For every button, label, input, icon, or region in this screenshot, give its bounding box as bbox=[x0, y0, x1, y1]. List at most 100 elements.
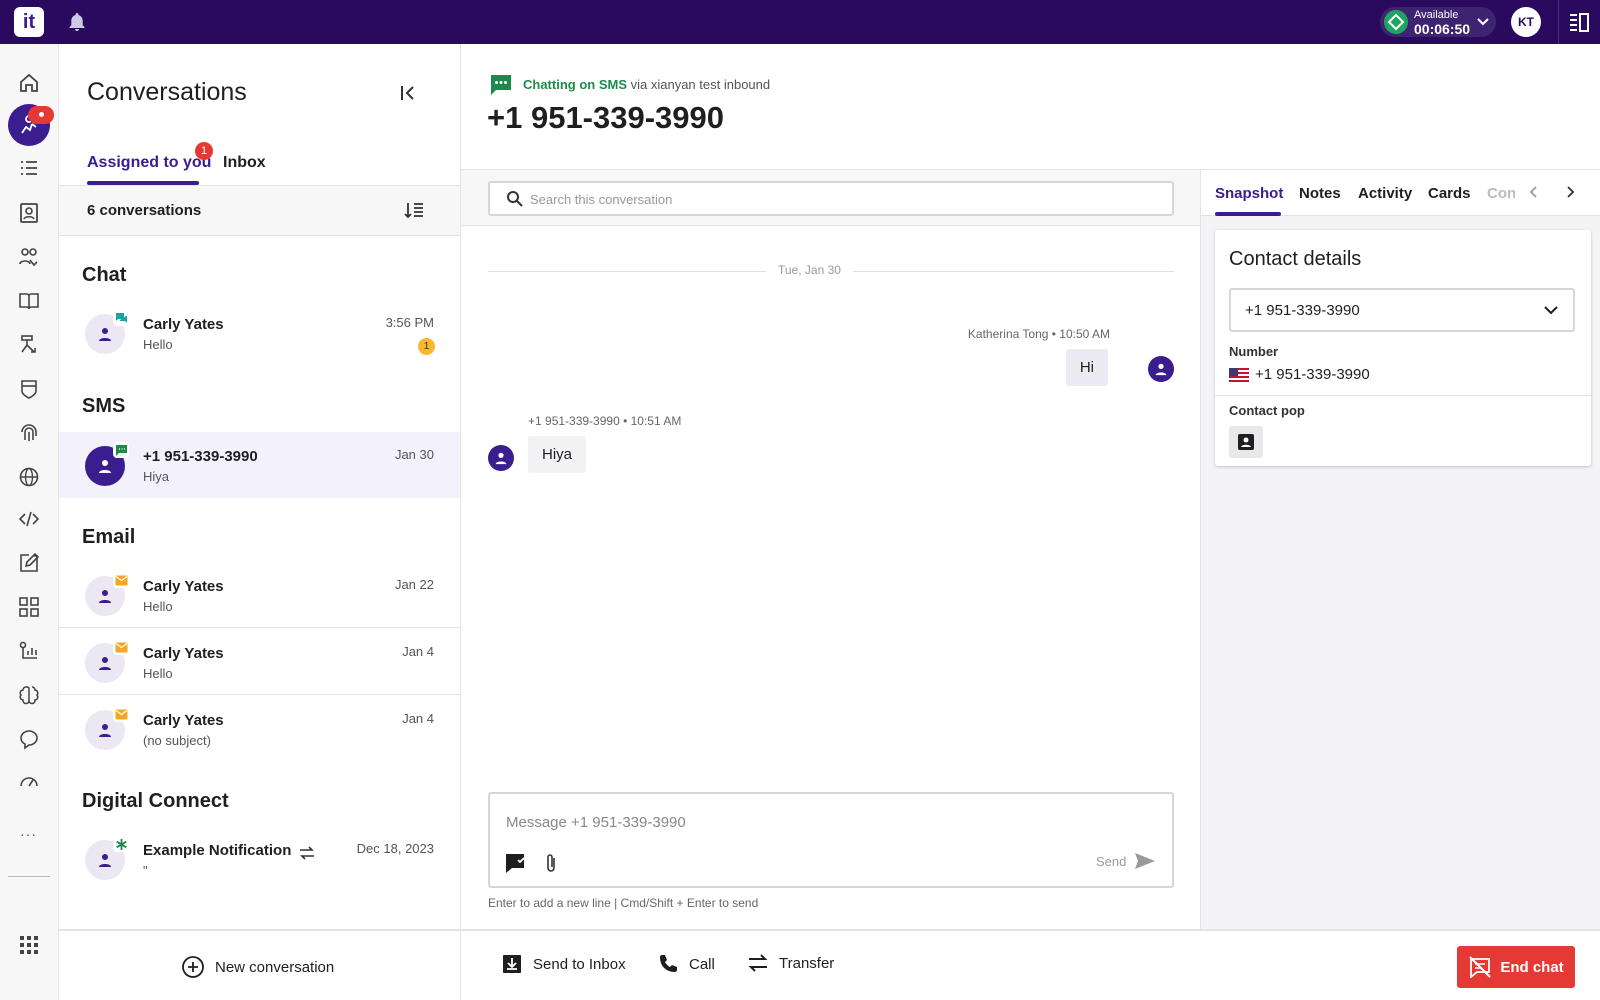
dashboard-icon[interactable] bbox=[14, 592, 44, 622]
conversation-contact-number: +1 951-339-3990 bbox=[487, 100, 725, 135]
contact-avatar bbox=[488, 445, 514, 471]
end-chat-label: End chat bbox=[1500, 958, 1564, 976]
tab-snapshot[interactable]: Snapshot bbox=[1215, 185, 1283, 202]
conversation-item[interactable]: Carly Yates Hello Jan 4 bbox=[59, 629, 460, 695]
message-bubble-outbound: Hi bbox=[1065, 349, 1108, 386]
message-preview: Hello bbox=[143, 666, 173, 681]
conversation-action-bar: Send to Inbox Call Transfer End chat bbox=[461, 929, 1600, 1000]
search-box bbox=[488, 181, 1174, 216]
chat-bubble-icon[interactable] bbox=[14, 724, 44, 754]
tab-inbox[interactable]: Inbox bbox=[223, 154, 266, 172]
conversation-item[interactable]: Carly Yates (no subject) Jan 4 bbox=[59, 696, 460, 762]
chevron-left-icon[interactable] bbox=[1527, 184, 1541, 200]
contact-name: Carly Yates bbox=[143, 645, 224, 662]
conversation-time: 3:56 PM bbox=[385, 315, 434, 330]
send-icon bbox=[1134, 852, 1156, 870]
contacts-icon[interactable] bbox=[14, 198, 44, 228]
side-panel-tabs: Snapshot Notes Activity Cards Con bbox=[1201, 170, 1600, 216]
speedometer-icon[interactable] bbox=[14, 766, 44, 796]
message-input[interactable] bbox=[506, 810, 1146, 834]
contact-pop-button[interactable] bbox=[1229, 426, 1263, 458]
bell-icon[interactable] bbox=[68, 12, 86, 32]
search-conversation-input[interactable] bbox=[530, 188, 1150, 210]
us-flag-icon bbox=[1229, 367, 1249, 382]
routing-icon[interactable] bbox=[14, 330, 44, 360]
conversation-item-selected[interactable]: +1 951-339-3990 Hiya Jan 30 bbox=[59, 432, 460, 498]
tab-notes[interactable]: Notes bbox=[1299, 185, 1341, 202]
knowledge-book-icon[interactable] bbox=[14, 286, 44, 316]
number-label: Number bbox=[1229, 344, 1279, 359]
new-conversation-bar: New conversation bbox=[59, 929, 461, 1000]
conversation-item[interactable]: Carly Yates Hello Jan 22 bbox=[59, 562, 460, 628]
chevron-down-icon bbox=[1476, 15, 1490, 29]
tab-assigned-to-you[interactable]: Assigned to you bbox=[87, 154, 211, 172]
contact-name: Carly Yates bbox=[143, 712, 224, 729]
fingerprint-icon[interactable] bbox=[14, 418, 44, 448]
card-title: Contact details bbox=[1229, 248, 1362, 270]
collapse-panel-icon[interactable] bbox=[399, 84, 417, 102]
message-preview: Hiya bbox=[143, 469, 170, 484]
transfer-button[interactable]: Transfer bbox=[747, 953, 834, 973]
ai-brain-icon[interactable] bbox=[14, 680, 44, 710]
phone-icon bbox=[657, 953, 679, 975]
message-meta: +1 951-339-3990 • 10:51 AM bbox=[528, 414, 682, 428]
left-nav: ··· bbox=[0, 44, 59, 1000]
available-status-icon bbox=[1384, 10, 1408, 34]
side-panel-toggle-icon[interactable] bbox=[1569, 12, 1589, 32]
active-tab-indicator bbox=[1215, 212, 1281, 216]
edit-icon[interactable] bbox=[14, 548, 44, 578]
conversation-item[interactable]: Example Notification " Dec 18, 2023 bbox=[59, 826, 460, 892]
end-chat-button[interactable]: End chat bbox=[1457, 946, 1575, 988]
send-label: Send bbox=[1096, 853, 1127, 869]
globe-icon[interactable] bbox=[14, 462, 44, 492]
conversation-item[interactable]: Carly Yates Hello 3:56 PM 1 bbox=[59, 300, 460, 366]
chat-icon bbox=[113, 310, 129, 326]
app-logo[interactable]: it bbox=[14, 7, 44, 37]
message-preview: " bbox=[143, 863, 148, 878]
more-icon[interactable]: ··· bbox=[20, 826, 37, 842]
channel-via: via xianyan test inbound bbox=[630, 77, 771, 92]
attachment-icon[interactable] bbox=[542, 852, 560, 874]
agent-status-dropdown[interactable]: Available 00:06:50 bbox=[1380, 7, 1496, 37]
chevron-right-icon[interactable] bbox=[1563, 184, 1577, 200]
new-conversation-button[interactable]: New conversation bbox=[181, 955, 334, 979]
contact-name: Carly Yates bbox=[143, 316, 224, 333]
date-label: Tue, Jan 30 bbox=[766, 263, 853, 277]
channel-label: Chatting on SMS bbox=[523, 77, 627, 92]
tab-activity[interactable]: Activity bbox=[1358, 185, 1412, 202]
conversation-time: Dec 18, 2023 bbox=[356, 841, 434, 856]
conversation-time: Jan 30 bbox=[394, 447, 434, 462]
canned-response-icon[interactable] bbox=[504, 852, 526, 874]
unread-count-badge: 1 bbox=[418, 338, 435, 355]
conversation-time: Jan 22 bbox=[394, 577, 434, 592]
search-icon bbox=[506, 190, 524, 208]
conversation-list-panel: Conversations Assigned to you 1 Inbox 6 … bbox=[59, 44, 461, 930]
send-to-inbox-button[interactable]: Send to Inbox bbox=[501, 953, 626, 975]
inbox-download-icon bbox=[501, 953, 523, 975]
call-button[interactable]: Call bbox=[657, 953, 715, 975]
analytics-icon[interactable] bbox=[14, 636, 44, 666]
list-icon[interactable] bbox=[14, 154, 44, 184]
plus-circle-icon bbox=[181, 955, 205, 979]
new-conversation-label: New conversation bbox=[215, 958, 335, 976]
send-button[interactable]: Send bbox=[1096, 852, 1156, 870]
email-icon bbox=[113, 706, 129, 722]
divider bbox=[1215, 395, 1591, 396]
team-icon[interactable] bbox=[14, 242, 44, 272]
tab-cards[interactable]: Cards bbox=[1428, 185, 1471, 202]
sort-icon[interactable] bbox=[404, 200, 424, 220]
chevron-down-icon bbox=[1543, 302, 1559, 318]
divider bbox=[1558, 0, 1559, 44]
contact-name: Carly Yates bbox=[143, 578, 224, 595]
transfer-arrows-icon bbox=[747, 953, 769, 973]
call-label: Call bbox=[689, 955, 715, 973]
shield-icon[interactable] bbox=[14, 374, 44, 404]
app-grid-icon[interactable] bbox=[14, 930, 44, 960]
contact-select[interactable]: +1 951-339-3990 bbox=[1229, 288, 1575, 332]
tab-overflow[interactable]: Con bbox=[1487, 185, 1515, 202]
user-avatar[interactable]: KT bbox=[1511, 7, 1541, 37]
home-icon[interactable] bbox=[14, 68, 44, 98]
top-bar: it Available 00:06:50 KT bbox=[0, 0, 1600, 44]
code-icon[interactable] bbox=[14, 504, 44, 534]
digital-connect-icon bbox=[113, 836, 129, 852]
